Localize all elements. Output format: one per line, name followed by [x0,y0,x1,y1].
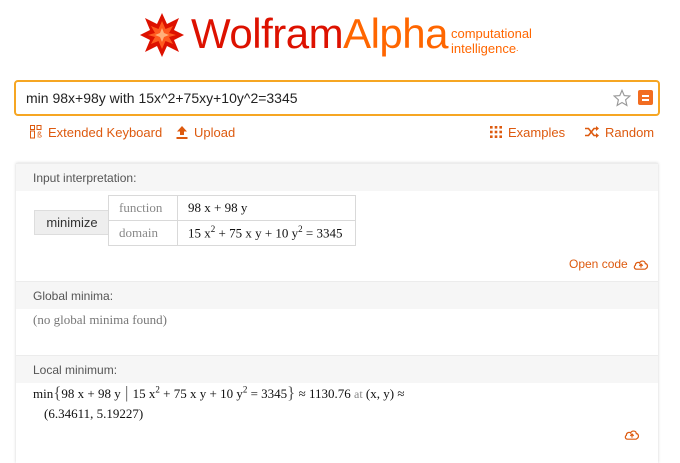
min-keyword: min [33,386,54,401]
grid-icon [490,126,502,138]
open-code-label: Open code [569,257,628,271]
minimized-expression: 98 x + 98 y [61,386,121,401]
keyboard-icon: ß [30,125,42,139]
global-minima-result: (no global minima found) [33,312,167,327]
star-icon[interactable] [613,89,631,107]
domain-value: 15 x2 + 75 x y + 10 y2 = 3345 [177,220,356,246]
bar-separator: | [120,383,133,402]
minimize-cell: minimize [34,210,110,235]
examples-label: Examples [508,124,566,140]
wolfram-alpha-wordmark[interactable]: WolframAlpha [191,10,448,58]
equals-icon[interactable] [638,90,653,105]
global-minima-title: Global minima: [33,289,114,303]
svg-text:ß: ß [37,131,42,140]
results-panel: Input interpretation: minimize function … [16,163,658,463]
tagline-line-2: intelligence [451,41,517,56]
tagline-line-1: computational [451,26,532,41]
local-minimum-result: min{98 x + 98 y | 15 x2 + 75 x y + 10 y2… [33,383,404,403]
global-minima-header: Global minima: [16,281,658,309]
cloud-upload-icon [633,259,648,270]
function-value: 98 x + 98 y [177,195,356,221]
random-button[interactable]: Random [585,124,654,140]
upload-label: Upload [194,124,236,140]
random-label: Random [605,124,655,140]
extended-keyboard-label: Extended Keyboard [48,124,163,140]
table-row: function 98 x + 98 y [108,195,356,221]
extended-keyboard-button[interactable]: ß Extended Keyboard [30,124,162,140]
input-interpretation-header: Input interpretation: [16,163,658,191]
minimum-value: ≈ 1130.76 [298,386,351,401]
open-code-link[interactable]: Open code [569,257,649,271]
minimum-point: (6.34611, 5.19227) [44,406,144,421]
wolfram-star-logo-icon [140,13,184,57]
input-interpretation-title: Input interpretation: [33,171,137,185]
search-input[interactable] [26,82,606,114]
domain-label: domain [108,220,178,246]
constraint-expression: 15 x2 + 75 x y + 10 y2 = 3345 [132,384,288,401]
local-minimum-header: Local minimum: [16,355,658,383]
wordmark-alpha: Alpha [343,10,448,57]
upload-button[interactable]: Upload [176,124,235,140]
tagline-trademark: . [516,43,519,53]
function-label: function [108,195,178,221]
wordmark-wolfram: Wolfram [191,10,344,57]
local-minimum-title: Local minimum: [33,363,118,377]
close-brace: } [287,383,296,402]
cloud-upload-icon[interactable] [624,429,640,440]
shuffle-icon [585,126,599,138]
logo-tagline: computational intelligence. [451,26,532,56]
at-keyword: at [354,387,363,401]
interpretation-table: function 98 x + 98 y domain 15 x2 + 75 x… [108,195,356,246]
examples-button[interactable]: Examples [490,124,565,140]
search-box [14,80,660,116]
upload-icon [176,125,188,139]
table-row: domain 15 x2 + 75 x y + 10 y2 = 3345 [108,220,356,246]
point-label: (x, y) ≈ [365,386,405,401]
